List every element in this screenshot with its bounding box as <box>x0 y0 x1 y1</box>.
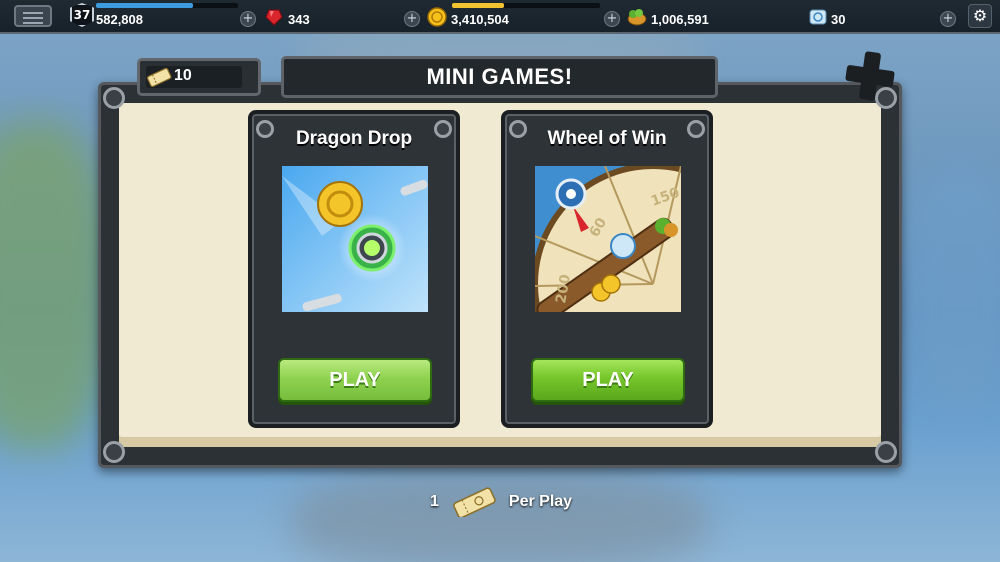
shards-value: 30 <box>831 12 846 27</box>
corner-ornament-icon <box>103 87 125 109</box>
xp-value: 582,808 <box>96 12 143 27</box>
cost-amount: 1 <box>430 493 439 510</box>
food-icon <box>627 9 647 26</box>
corner-ornament-icon <box>103 441 125 463</box>
gems-value: 343 <box>288 12 310 27</box>
gold-coin-icon <box>427 7 447 27</box>
background-island-bottom <box>290 470 710 562</box>
panel-title-bar: MINI GAMES! <box>281 56 718 98</box>
corner-ornament-icon <box>875 441 897 463</box>
panel-background <box>119 103 881 447</box>
add-gold-button[interactable]: + <box>604 11 620 27</box>
dragon-drop-art-icon[interactable] <box>282 166 428 312</box>
minigame-card-dragon-drop: Dragon Drop PLAY <box>248 110 460 428</box>
ticket-balance: 10 <box>137 58 261 96</box>
mini-games-panel <box>98 82 902 468</box>
minigame-card-wheel-of-win: Wheel of Win 60 150 200 PLAY <box>501 110 713 428</box>
shard-crystal-icon <box>809 9 827 25</box>
menu-button[interactable] <box>14 5 52 27</box>
close-icon[interactable] <box>841 47 900 106</box>
xp-progress-bar <box>96 3 238 8</box>
minigame-title: Dragon Drop <box>295 128 413 149</box>
add-gems-button[interactable]: + <box>404 11 420 27</box>
player-level-badge: 37 <box>70 3 94 27</box>
gold-capacity-bar <box>452 3 600 8</box>
cost-per-play: 1 Per Play <box>430 487 573 517</box>
ruby-gem-icon <box>265 9 283 26</box>
food-value: 1,006,591 <box>651 12 709 27</box>
ticket-count: 10 <box>174 67 192 84</box>
background-island-right <box>900 160 1000 420</box>
xp-progress-fill <box>96 3 193 8</box>
wheel-of-win-art-icon[interactable]: 60 150 200 <box>535 166 681 312</box>
ticket-icon <box>453 487 496 517</box>
gold-capacity-fill <box>452 3 504 8</box>
top-resource-bar: 37 582,808 + 343 + 3,410,504 + 1,006,591… <box>0 0 1000 34</box>
minigame-title: Wheel of Win <box>547 128 667 149</box>
settings-gear-icon[interactable]: ⚙ <box>968 4 992 28</box>
play-wheel-of-win-button[interactable]: PLAY <box>531 358 685 402</box>
play-dragon-drop-button[interactable]: PLAY <box>278 358 432 402</box>
ticket-icon <box>146 67 172 88</box>
panel-title: MINI GAMES! <box>426 64 573 89</box>
gold-value: 3,410,504 <box>451 12 509 27</box>
background-island-left <box>0 120 110 450</box>
per-play-label: Per Play <box>508 493 573 510</box>
add-shards-button[interactable]: + <box>940 11 956 27</box>
add-xp-button[interactable]: + <box>240 11 256 27</box>
